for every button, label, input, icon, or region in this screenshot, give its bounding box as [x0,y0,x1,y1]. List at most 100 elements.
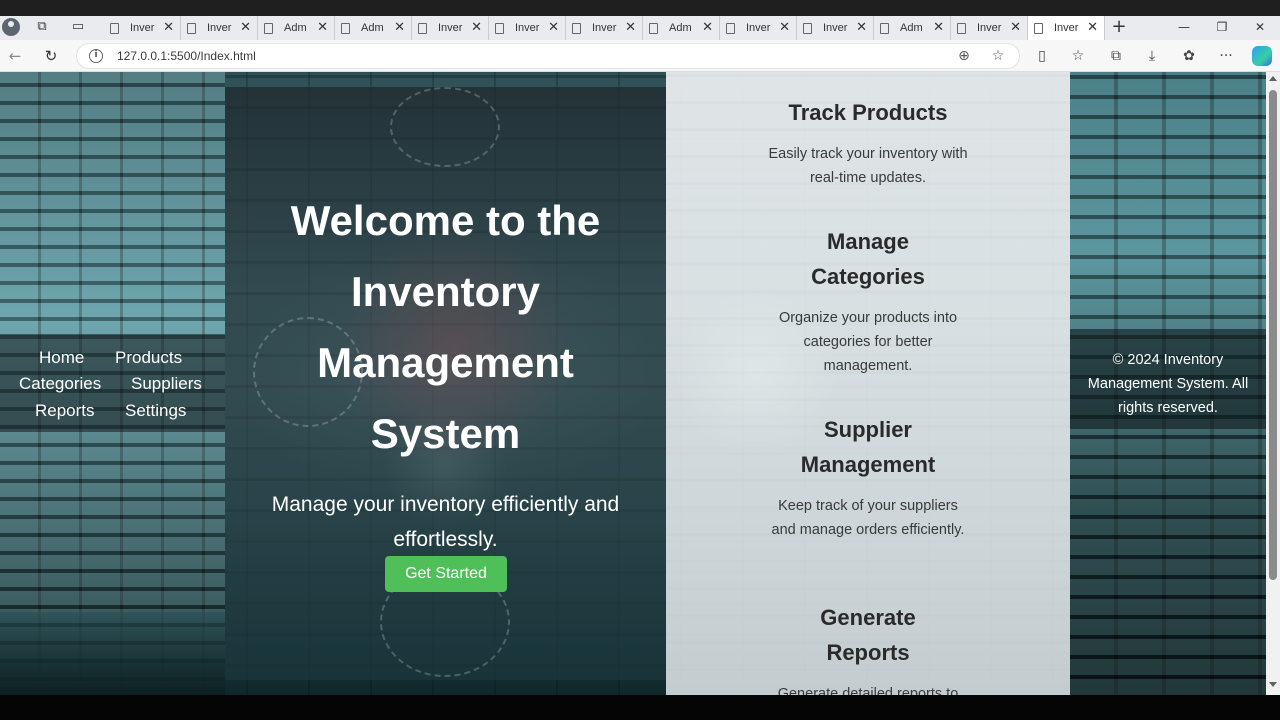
nav-link-categories[interactable]: Categories [19,374,101,394]
tab-label: Inver [207,22,232,34]
downloads-icon[interactable]: ⤓ [1141,46,1163,66]
feature-description: Organize your products into categories f… [778,310,958,374]
copilot-icon[interactable] [1252,46,1272,66]
address-url[interactable]: 127.0.0.1:5500/Index.html [117,49,256,63]
tab-list: Inver ✕ Inver ✕ Adm ✕ Adm ✕ Inver ✕ Inver ✕ In… [104,16,1105,40]
close-tab-icon[interactable]: ✕ [933,20,944,35]
nav-link-reports[interactable]: Reports [35,401,95,421]
feature-title: Supplier Management [800,417,936,477]
close-tab-icon[interactable]: ✕ [394,20,405,35]
profile-icon[interactable] [2,18,20,36]
browser-tab[interactable]: Inver ✕ [181,16,258,40]
features-section: Track Products Easily track your invento… [666,72,1070,695]
scroll-up-arrow-icon[interactable] [1269,76,1277,81]
feature-generate-reports: Generate Reports Generate detailed repor… [666,600,1070,695]
more-menu-icon[interactable]: ··· [1215,46,1237,66]
favorites-icon[interactable]: ☆ [1067,46,1089,66]
page-icon [880,22,889,34]
close-tab-icon[interactable]: ✕ [856,20,867,35]
browser-tab[interactable]: Inver ✕ [951,16,1028,40]
address-bar[interactable]: i 127.0.0.1:5500/Index.html ⊕ ☆ [76,43,1020,69]
hero-subtitle: Manage your inventory efficiently and ef… [271,493,620,551]
workspaces-icon[interactable]: ⧉ [32,18,52,36]
browser-tab[interactable]: Inver ✕ [720,16,797,40]
hero-title: Welcome to the Inventory Management Syst… [225,185,666,469]
close-tab-icon[interactable]: ✕ [702,20,713,35]
browser-tab[interactable]: Inver ✕ [797,16,874,40]
favorite-star-icon[interactable]: ☆ [989,47,1007,65]
collections-icon[interactable]: ⧉ [1105,46,1127,66]
hero-section: Welcome to the Inventory Management Syst… [225,87,666,680]
close-tab-icon[interactable]: ✕ [1087,20,1098,35]
nav-link-settings[interactable]: Settings [125,401,186,421]
feature-title: Generate Reports [820,605,916,665]
browser-toolbar: ← ↻ i 127.0.0.1:5500/Index.html ⊕ ☆ ▯ ☆ … [0,40,1280,72]
feature-title: Track Products [788,100,948,125]
feature-title: Manage Categories [811,229,925,289]
nav-link-products[interactable]: Products [115,348,182,368]
footer-copyright: © 2024 Inventory Management System. All … [1087,352,1249,416]
page-icon [572,22,581,34]
close-tab-icon[interactable]: ✕ [779,20,790,35]
extensions-icon[interactable]: ✿ [1178,46,1200,66]
browser-tab[interactable]: Inver ✕ [566,16,643,40]
close-tab-icon[interactable]: ✕ [317,20,328,35]
tab-label: Inver [746,22,771,34]
page-icon [264,22,273,34]
nav-link-home[interactable]: Home [39,348,84,368]
tab-label: Adm [284,22,307,34]
page-icon [418,22,427,34]
browser-tab[interactable]: Adm ✕ [335,16,412,40]
feature-manage-categories: Manage Categories Organize your products… [666,224,1070,378]
scrollbar-thumb[interactable] [1269,90,1277,580]
back-button[interactable]: ← [4,46,26,66]
minimize-button[interactable]: — [1166,16,1202,38]
scroll-down-arrow-icon[interactable] [1269,682,1277,687]
restore-button[interactable]: ❐ [1204,16,1240,38]
browser-tab[interactable]: Inver ✕ [489,16,566,40]
site-info-icon[interactable]: i [89,49,103,63]
browser-tab[interactable]: Adm ✕ [258,16,335,40]
feature-description: Keep track of your suppliers and manage … [771,498,965,538]
screen-bottom-edge [0,695,1280,720]
page-icon [495,22,504,34]
browser-tab[interactable]: Inver ✕ [412,16,489,40]
close-tab-icon[interactable]: ✕ [163,20,174,35]
page-icon [726,22,735,34]
tab-label: Inver [438,22,463,34]
browser-tab-active[interactable]: Inver ✕ [1028,16,1105,40]
browser-tab-bar: ⧉ ▭ Inver ✕ Inver ✕ Adm ✕ Adm ✕ Inver ✕ Inver… [0,0,1280,40]
reload-button[interactable]: ↻ [40,46,62,66]
tab-label: Inver [1054,22,1079,34]
zoom-icon[interactable]: ⊕ [955,47,973,65]
decorative-ring [390,87,500,167]
tab-label: Inver [977,22,1002,34]
nav-link-suppliers[interactable]: Suppliers [131,374,202,394]
main-navigation: Home Products Categories Suppliers Repor… [0,334,225,432]
hero-title-line: Inventory [350,268,541,315]
close-tab-icon[interactable]: ✕ [1010,20,1021,35]
page-icon [957,22,966,34]
tab-actions-icon[interactable]: ▭ [68,18,88,36]
browser-tab[interactable]: Adm ✕ [874,16,951,40]
split-screen-icon[interactable]: ▯ [1031,46,1053,66]
close-tab-icon[interactable]: ✕ [625,20,636,35]
tab-label: Adm [900,22,923,34]
get-started-button[interactable]: Get Started [385,556,507,592]
page-scrollbar[interactable] [1266,72,1280,695]
browser-tab[interactable]: Inver ✕ [104,16,181,40]
close-tab-icon[interactable]: ✕ [240,20,251,35]
page-icon [110,22,119,34]
tab-label: Inver [823,22,848,34]
hero-title-line: Management [317,339,574,386]
browser-tab[interactable]: Adm ✕ [643,16,720,40]
feature-supplier-management: Supplier Management Keep track of your s… [666,412,1070,542]
close-tab-icon[interactable]: ✕ [548,20,559,35]
page-icon [649,22,658,34]
site-footer: © 2024 Inventory Management System. All … [1070,329,1266,429]
new-tab-button[interactable]: + [1108,16,1130,38]
close-window-button[interactable]: ✕ [1242,16,1278,38]
tab-label: Inver [515,22,540,34]
close-tab-icon[interactable]: ✕ [471,20,482,35]
tab-label: Adm [669,22,692,34]
